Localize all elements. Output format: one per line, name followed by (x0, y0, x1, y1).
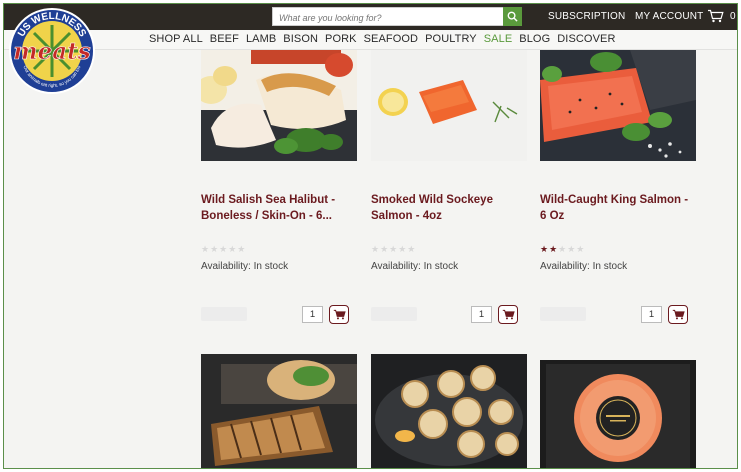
search-input[interactable] (273, 9, 503, 27)
add-to-cart-button[interactable] (668, 305, 688, 324)
product-name-king-salmon[interactable]: Wild-Caught King Salmon - 6 Oz (540, 192, 700, 224)
subscription-link[interactable]: SUBSCRIPTION (548, 11, 625, 22)
product-image-scallops[interactable] (371, 354, 527, 469)
availability-text: Availability: In stock (540, 261, 628, 272)
rating-stars: ★★★★★ (540, 244, 586, 254)
cart-icon (672, 309, 685, 320)
nav-poultry[interactable]: POULTRY (425, 33, 477, 45)
product-image-king-salmon[interactable] (540, 50, 696, 161)
browser-viewport: SUBSCRIPTION MY ACCOUNT 0 SHOP ALL BEEF … (3, 3, 738, 469)
my-account-link[interactable]: MY ACCOUNT (635, 11, 704, 22)
quantity-input[interactable]: 1 (471, 306, 492, 323)
add-to-cart-button[interactable] (498, 305, 518, 324)
price-placeholder (371, 307, 417, 321)
quantity-input[interactable]: 1 (302, 306, 323, 323)
availability-text: Availability: In stock (371, 261, 459, 272)
search-icon (507, 11, 518, 22)
availability-text: Availability: In stock (201, 261, 289, 272)
search-button[interactable] (503, 7, 522, 26)
cart-count: 0 (730, 10, 736, 22)
nav-pork[interactable]: PORK (325, 33, 357, 45)
nav-seafood[interactable]: SEAFOOD (364, 33, 419, 45)
cart-icon (333, 309, 346, 320)
product-name-halibut[interactable]: Wild Salish Sea Halibut - Boneless / Ski… (201, 192, 361, 224)
rating-stars: ★★★★★ (201, 244, 247, 254)
nav-bison[interactable]: BISON (283, 33, 318, 45)
product-name-sockeye[interactable]: Smoked Wild Sockeye Salmon - 4oz (371, 192, 531, 224)
product-image-grilled-fish[interactable] (201, 354, 357, 469)
top-bar: SUBSCRIPTION MY ACCOUNT 0 (4, 4, 737, 30)
price-placeholder (540, 307, 586, 321)
product-image-salmon-package[interactable] (540, 360, 696, 469)
nav-discover[interactable]: DISCOVER (557, 33, 615, 45)
svg-text:meats: meats (13, 38, 90, 65)
nav-blog[interactable]: BLOG (519, 33, 550, 45)
site-logo[interactable]: US WELLNESS meats Our animals eat right,… (8, 7, 96, 95)
cart-icon (708, 9, 724, 23)
nav-sale[interactable]: SALE (484, 33, 513, 45)
search-box (272, 7, 522, 27)
category-nav: SHOP ALL BEEF LAMB BISON PORK SEAFOOD PO… (4, 30, 737, 50)
product-image-halibut[interactable] (201, 50, 357, 161)
nav-lamb[interactable]: LAMB (246, 33, 276, 45)
nav-shop-all[interactable]: SHOP ALL (149, 33, 203, 45)
product-image-sockeye[interactable] (371, 50, 527, 161)
cart-icon (502, 309, 515, 320)
cart-button[interactable]: 0 (707, 9, 736, 23)
quantity-input[interactable]: 1 (641, 306, 662, 323)
add-to-cart-button[interactable] (329, 305, 349, 324)
nav-beef[interactable]: BEEF (210, 33, 239, 45)
rating-stars: ★★★★★ (371, 244, 417, 254)
price-placeholder (201, 307, 247, 321)
